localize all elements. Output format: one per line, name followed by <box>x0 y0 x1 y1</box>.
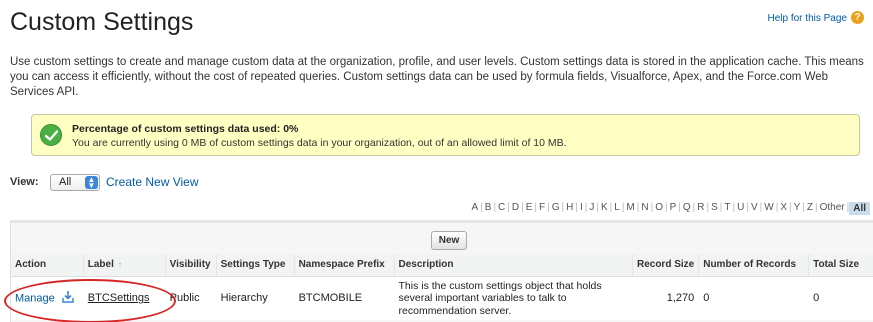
manage-link[interactable]: Manage <box>15 292 55 304</box>
alphabet-filter-n[interactable]: N <box>639 202 650 215</box>
page-title: Custom Settings <box>10 8 194 36</box>
table-header-row: Action Label ↑ Visibility Settings Type N… <box>11 254 873 277</box>
alphabet-filter-q[interactable]: Q <box>681 202 693 215</box>
alphabet-filter-v[interactable]: V <box>749 202 760 215</box>
sort-ascending-icon: ↑ <box>117 260 122 270</box>
column-header-record-size: Record Size <box>632 254 700 277</box>
row-label-cell: BTCSettings <box>83 276 166 320</box>
alphabet-filter-j[interactable]: J <box>587 202 596 215</box>
alphabet-filter-p[interactable]: P <box>668 202 679 215</box>
alphabet-filter-a[interactable]: A <box>469 202 480 215</box>
help-icon[interactable]: ? <box>851 11 864 24</box>
row-record-size: 1,270 <box>632 276 700 320</box>
table-row: Manage BTCSettings Public Hierarchy BTCM… <box>11 276 873 320</box>
new-button[interactable]: New <box>431 231 467 250</box>
row-number-of-records: 0 <box>698 276 810 320</box>
column-header-action: Action <box>11 254 84 277</box>
alphabet-filter-y[interactable]: Y <box>792 202 803 215</box>
column-header-namespace-prefix: Namespace Prefix <box>294 254 395 277</box>
column-header-description: Description <box>394 254 633 277</box>
alphabet-filter-c[interactable]: C <box>496 202 507 215</box>
row-namespace-prefix: BTCMOBILE <box>294 276 395 320</box>
alphabet-filter-i[interactable]: I <box>578 202 585 215</box>
row-visibility: Public <box>165 276 217 320</box>
alphabet-filter-r[interactable]: R <box>695 202 706 215</box>
alphabet-filter-z[interactable]: Z <box>805 202 815 215</box>
column-header-number-of-records: Number of Records <box>698 254 810 277</box>
alphabet-filter-e[interactable]: E <box>524 202 535 215</box>
row-total-size: 0 <box>808 276 873 320</box>
row-action-cell: Manage <box>11 276 84 320</box>
success-check-icon <box>40 124 62 146</box>
alphabet-filter-all[interactable]: All <box>849 202 870 215</box>
alphabet-filter-u[interactable]: U <box>735 202 746 215</box>
column-header-settings-type: Settings Type <box>216 254 295 277</box>
alphabet-filter: A | B | C | D | E | F | G | H | I | J | K | L | M | N | O | P | Q | R | S | T |… <box>469 202 870 215</box>
row-description: This is the custom settings object that … <box>394 276 633 320</box>
column-header-label-text: Label <box>87 259 114 271</box>
alphabet-filter-t[interactable]: T <box>722 202 732 215</box>
view-select[interactable]: All ▲ ▼ <box>50 174 100 191</box>
alphabet-filter-l[interactable]: L <box>612 202 622 215</box>
alphabet-filter-k[interactable]: K <box>599 202 610 215</box>
alphabet-filter-d[interactable]: D <box>510 202 521 215</box>
alphabet-filter-w[interactable]: W <box>762 202 775 215</box>
chevron-updown-icon: ▲ ▼ <box>85 176 98 190</box>
alphabet-filter-g[interactable]: G <box>550 202 562 215</box>
column-header-visibility: Visibility <box>165 254 217 277</box>
intro-text: Use custom settings to create and manage… <box>10 56 864 98</box>
alphabet-filter-x[interactable]: X <box>778 202 789 215</box>
usage-title: Percentage of custom settings data used:… <box>72 123 299 135</box>
alphabet-filter-m[interactable]: M <box>624 202 636 215</box>
custom-settings-list: New Action Label ↑ Visibility Settings Ty… <box>10 220 873 322</box>
alphabet-filter-h[interactable]: H <box>564 202 575 215</box>
usage-message-box: Percentage of custom settings data used:… <box>31 114 860 156</box>
alphabet-filter-other[interactable]: Other <box>818 202 847 215</box>
help-link[interactable]: Help for this Page <box>768 13 848 24</box>
alphabet-filter-b[interactable]: B <box>483 202 494 215</box>
alphabet-filter-s[interactable]: S <box>709 202 720 215</box>
label-link[interactable]: BTCSettings <box>88 292 150 304</box>
view-label: View: <box>10 176 39 188</box>
column-header-label[interactable]: Label ↑ <box>83 254 166 277</box>
column-header-total-size: Total Size <box>808 254 873 277</box>
view-select-value: All <box>59 176 72 188</box>
download-icon[interactable] <box>61 290 75 307</box>
alphabet-filter-o[interactable]: O <box>653 202 665 215</box>
usage-detail: You are currently using 0 MB of custom s… <box>72 137 567 149</box>
create-new-view-link[interactable]: Create New View <box>106 175 198 189</box>
custom-settings-table: Action Label ↑ Visibility Settings Type N… <box>11 254 873 320</box>
row-settings-type: Hierarchy <box>216 276 295 320</box>
alphabet-filter-f[interactable]: F <box>537 202 547 215</box>
